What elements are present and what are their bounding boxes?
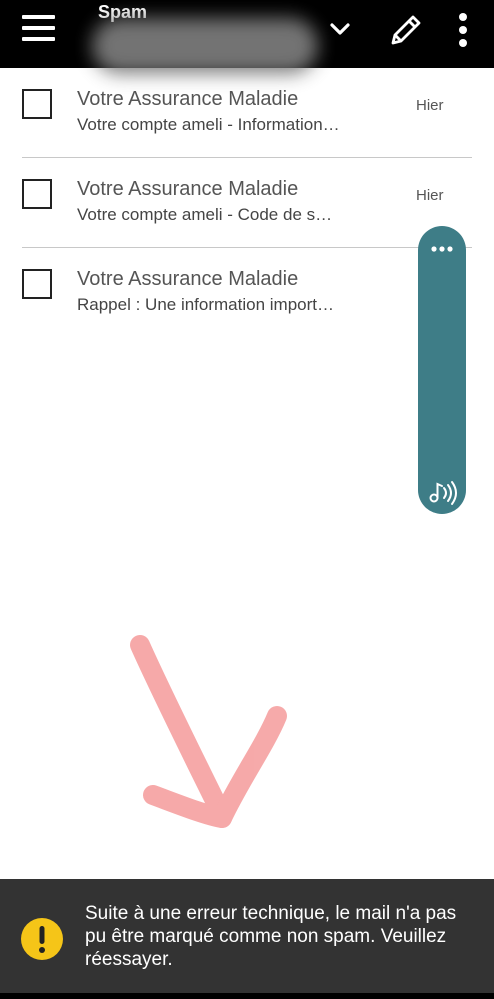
message-row[interactable]: Votre Assurance Maladie Votre compte ame…: [0, 68, 494, 158]
warning-exclamation-icon: [21, 918, 63, 960]
message-checkbox[interactable]: [22, 269, 52, 299]
bottom-edge: [0, 993, 494, 999]
music-note-sound-icon[interactable]: [427, 476, 459, 506]
snackbar-message: Suite à une erreur technique, le mail n'…: [85, 903, 457, 970]
message-date: Hier: [416, 187, 444, 204]
message-sender: Votre Assurance Maladie: [77, 88, 299, 110]
message-preview: Rappel : Une information import…: [77, 295, 335, 314]
floating-read-aloud-panel[interactable]: [418, 226, 466, 514]
kebab-menu-icon[interactable]: [454, 11, 472, 49]
message-date: Hier: [416, 97, 444, 114]
top-app-bar: Spam: [0, 0, 494, 74]
message-checkbox[interactable]: [22, 179, 52, 209]
hamburger-menu-icon[interactable]: [22, 15, 55, 41]
message-preview: Votre compte ameli - Information…: [77, 115, 340, 134]
message-sender: Votre Assurance Maladie: [77, 268, 299, 290]
message-checkbox[interactable]: [22, 89, 52, 119]
chevron-down-icon[interactable]: [329, 18, 351, 40]
message-row[interactable]: Votre Assurance Maladie Votre compte ame…: [0, 158, 494, 248]
message-preview: Votre compte ameli - Code de s…: [77, 205, 333, 224]
horizontal-dots-icon[interactable]: [430, 245, 454, 253]
redacted-email-address: [92, 18, 318, 74]
message-sender: Votre Assurance Maladie: [77, 178, 299, 200]
pencil-icon[interactable]: [387, 11, 425, 49]
